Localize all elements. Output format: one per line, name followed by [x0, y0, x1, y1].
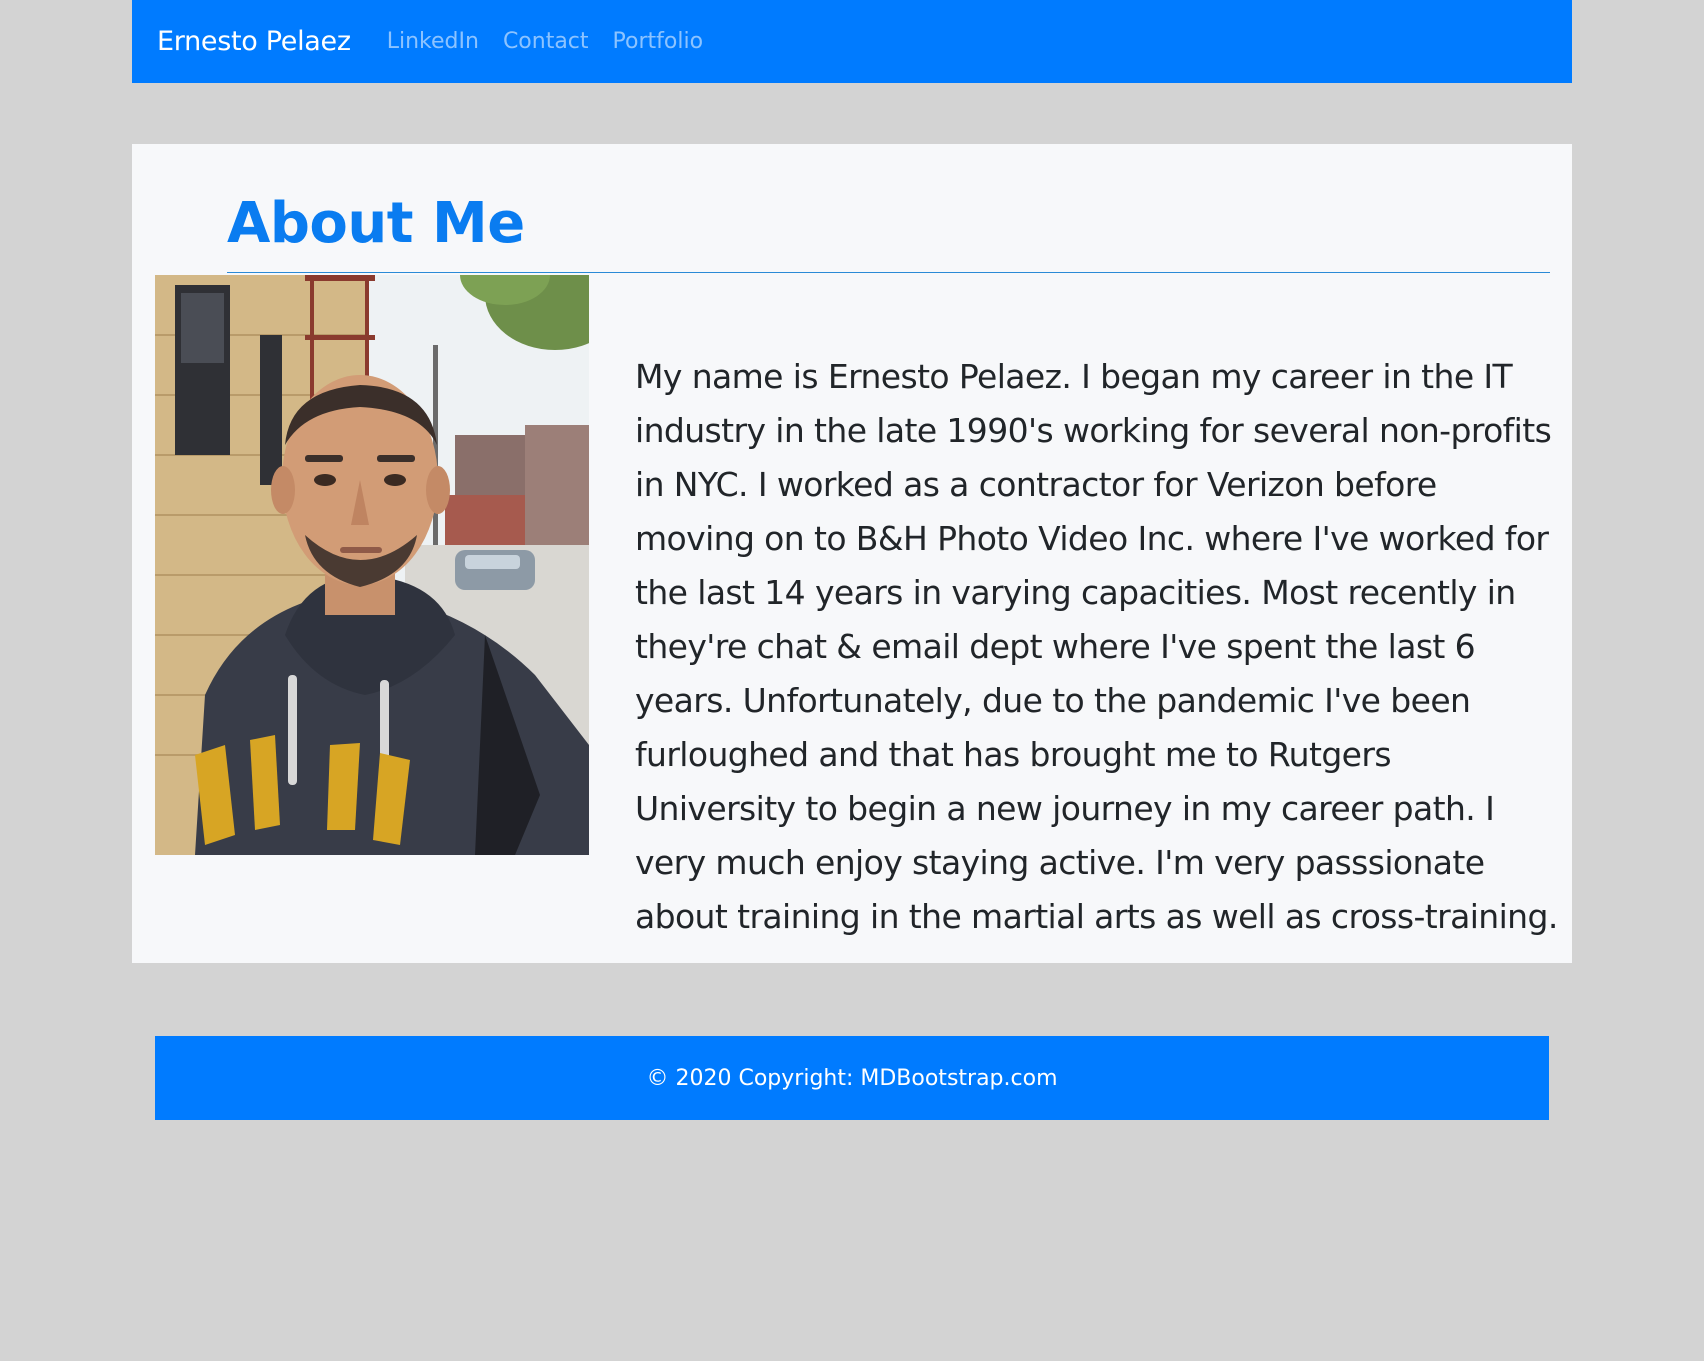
navbar: Ernesto Pelaez LinkedIn Contact Portfoli…	[132, 0, 1572, 83]
profile-photo	[155, 275, 589, 855]
nav-link-linkedin[interactable]: LinkedIn	[387, 29, 479, 54]
about-heading: About Me	[227, 191, 525, 256]
navbar-brand[interactable]: Ernesto Pelaez	[157, 26, 351, 57]
footer-copyright: © 2020 Copyright: MDBootstrap.com	[646, 1065, 1058, 1091]
about-card: About Me My name is Ernesto Pelaez. I be…	[132, 144, 1572, 963]
nav-links: LinkedIn Contact Portfolio	[387, 29, 727, 54]
nav-link-contact[interactable]: Contact	[503, 29, 589, 54]
nav-link-portfolio[interactable]: Portfolio	[613, 29, 704, 54]
footer: © 2020 Copyright: MDBootstrap.com	[155, 1036, 1549, 1120]
heading-divider	[227, 272, 1550, 273]
about-bio-text: My name is Ernesto Pelaez. I began my ca…	[635, 357, 1558, 936]
